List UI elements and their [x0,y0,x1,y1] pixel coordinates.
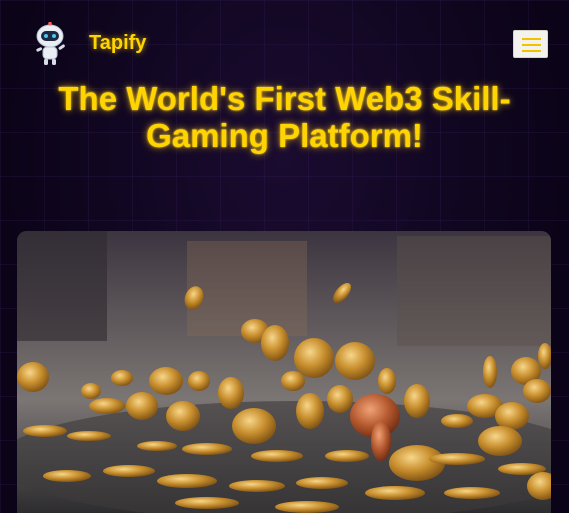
hero-image [17,231,551,513]
robot-logo-icon[interactable] [30,21,70,66]
brand-name[interactable]: Tapify [89,32,146,55]
page: Tapify The World's First Web3 Skill-Gami… [0,0,569,513]
hero-title: The World's First Web3 Skill-Gaming Plat… [58,80,511,154]
header: Tapify [0,0,569,86]
falling-coins-image [17,231,551,513]
menu-button[interactable] [513,30,548,58]
